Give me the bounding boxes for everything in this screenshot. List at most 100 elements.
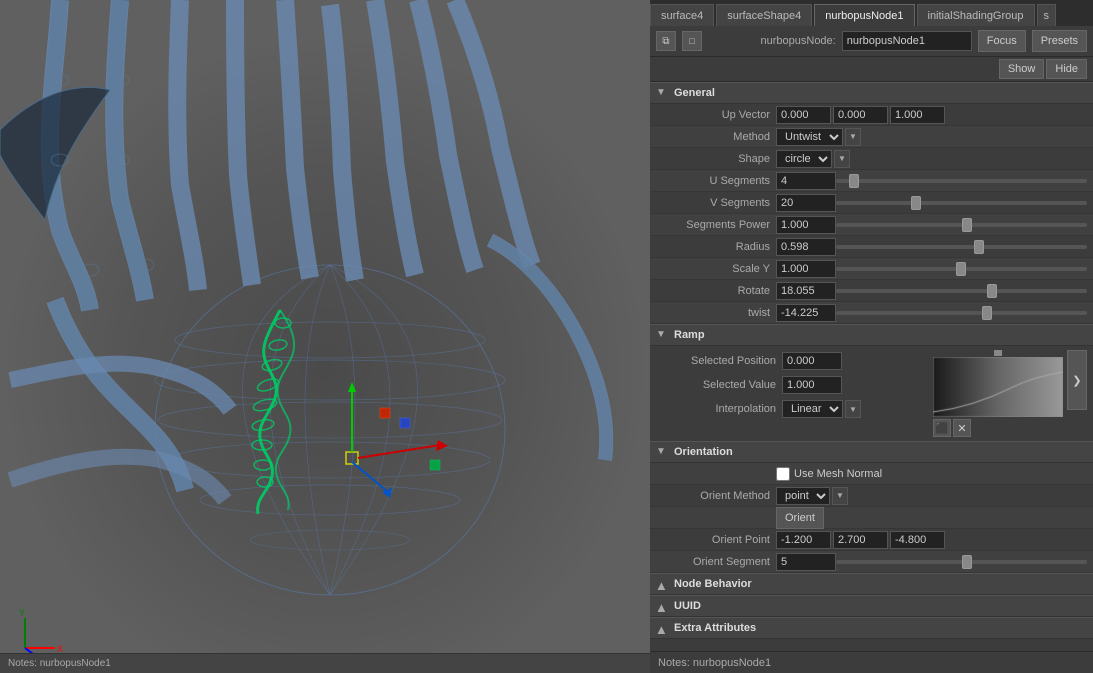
use-mesh-normal-text: Use Mesh Normal [794, 468, 882, 480]
tab-surface4[interactable]: surface4 [650, 4, 714, 26]
u-segments-value[interactable] [776, 172, 836, 190]
orient-point-z[interactable] [890, 531, 945, 549]
ramp-visual-area: ⬛ ✕ ❯ [933, 350, 1087, 437]
scale-y-label: Scale Y [656, 263, 776, 275]
u-segments-label: U Segments [656, 175, 776, 187]
node-icon-btn[interactable]: □ [682, 31, 702, 51]
up-vector-x[interactable] [776, 106, 831, 124]
v-segments-row: V Segments [650, 192, 1093, 214]
orient-segment-value[interactable] [776, 553, 836, 571]
uuid-section-header[interactable]: ▶ UUID [650, 595, 1093, 617]
radius-slider-container [836, 245, 1087, 249]
scale-y-slider[interactable] [836, 267, 1087, 271]
scale-y-value[interactable] [776, 260, 836, 278]
rotate-slider[interactable] [836, 289, 1087, 293]
up-vector-z[interactable] [890, 106, 945, 124]
general-section-title: General [674, 87, 715, 99]
v-segments-slider[interactable] [836, 201, 1087, 205]
tab-bar: surface4 surfaceShape4 nurbopusNode1 ini… [650, 0, 1093, 26]
node-name-input[interactable] [842, 31, 972, 51]
u-segments-slider[interactable] [836, 179, 1087, 183]
u-segments-slider-container [836, 179, 1087, 183]
orient-segment-label: Orient Segment [656, 556, 776, 568]
ramp-add-btn[interactable]: ⬛ [933, 419, 951, 437]
ramp-section-header[interactable]: ▼ Ramp [650, 324, 1093, 346]
twist-slider[interactable] [836, 311, 1087, 315]
rotate-slider-container [836, 289, 1087, 293]
copy-node-btn[interactable]: ⧉ [656, 31, 676, 51]
orient-button[interactable]: Orient [776, 507, 824, 529]
twist-value[interactable] [776, 304, 836, 322]
scale-y-slider-container [836, 267, 1087, 271]
focus-button[interactable]: Focus [978, 30, 1026, 52]
segments-power-slider[interactable] [836, 223, 1087, 227]
ramp-marker[interactable] [994, 350, 1002, 356]
hide-button[interactable]: Hide [1046, 59, 1087, 79]
interpolation-dropdown-arrow[interactable]: ▼ [845, 400, 861, 418]
segments-power-thumb[interactable] [962, 218, 972, 232]
tab-nurbopusNode1[interactable]: nurbopusNode1 [814, 4, 914, 26]
show-button[interactable]: Show [999, 59, 1045, 79]
extra-attributes-section-header[interactable]: ▶ Extra Attributes [650, 617, 1093, 639]
scale-y-thumb[interactable] [956, 262, 966, 276]
node-behavior-section-title: Node Behavior [674, 578, 752, 590]
tab-initialShadingGroup[interactable]: initialShadingGroup [917, 4, 1035, 26]
rotate-value[interactable] [776, 282, 836, 300]
orient-point-y[interactable] [833, 531, 888, 549]
use-mesh-normal-checkbox[interactable] [776, 467, 790, 481]
ramp-container: Selected Position Selected Value Interpo… [650, 346, 1093, 441]
radius-slider[interactable] [836, 245, 1087, 249]
radius-thumb[interactable] [974, 240, 984, 254]
tab-surfaceShape4[interactable]: surfaceShape4 [716, 4, 812, 26]
selected-position-value[interactable] [782, 352, 842, 370]
method-dropdown[interactable]: Untwist [776, 128, 843, 146]
orientation-collapse-icon: ▼ [656, 446, 668, 458]
orient-method-dropdown[interactable]: point [776, 487, 830, 505]
selected-value-input[interactable] [782, 376, 842, 394]
twist-thumb[interactable] [982, 306, 992, 320]
orient-method-label: Orient Method [656, 490, 776, 502]
orient-point-row: Orient Point [650, 529, 1093, 551]
v-segments-value[interactable] [776, 194, 836, 212]
ramp-section-title: Ramp [674, 329, 705, 341]
up-vector-y[interactable] [833, 106, 888, 124]
rotate-row: Rotate [650, 280, 1093, 302]
notes-label: Notes: [8, 658, 37, 669]
orient-method-dropdown-arrow[interactable]: ▼ [832, 487, 848, 505]
method-dropdown-arrow[interactable]: ▼ [845, 128, 861, 146]
ramp-delete-btn[interactable]: ✕ [953, 419, 971, 437]
presets-button[interactable]: Presets [1032, 30, 1087, 52]
orient-segment-thumb[interactable] [962, 555, 972, 569]
tab-more[interactable]: s [1037, 4, 1057, 26]
orient-point-x[interactable] [776, 531, 831, 549]
radius-value[interactable] [776, 238, 836, 256]
scene-background [0, 0, 650, 673]
shape-dropdown-arrow[interactable]: ▼ [834, 150, 850, 168]
orient-segment-slider[interactable] [836, 560, 1087, 564]
shape-dropdown[interactable]: circle [776, 150, 832, 168]
node-behavior-collapse-icon: ▶ [656, 578, 668, 590]
ramp-bottom-controls: ⬛ ✕ [933, 419, 1063, 437]
rotate-thumb[interactable] [987, 284, 997, 298]
orientation-section-header[interactable]: ▼ Orientation [650, 441, 1093, 463]
up-vector-inputs [776, 106, 945, 124]
segments-power-value[interactable] [776, 216, 836, 234]
u-segments-thumb[interactable] [849, 174, 859, 188]
panel-content[interactable]: ▼ General Up Vector Method Untwist ▼ [650, 82, 1093, 651]
orient-point-inputs [776, 531, 945, 549]
node-behavior-section-header[interactable]: ▶ Node Behavior [650, 573, 1093, 595]
segments-power-slider-container [836, 223, 1087, 227]
orient-point-label: Orient Point [656, 534, 776, 546]
3d-viewport[interactable]: X Y Z Notes: nurbopusNode1 [0, 0, 650, 673]
ramp-side-button[interactable]: ❯ [1067, 350, 1087, 410]
shape-label: Shape [656, 153, 776, 165]
interpolation-dropdown[interactable]: Linear [782, 400, 843, 418]
ramp-canvas[interactable] [933, 357, 1063, 417]
ramp-collapse-icon: ▼ [656, 329, 668, 341]
orient-method-row: Orient Method point ▼ [650, 485, 1093, 507]
status-bar: Notes: nurbopusNode1 [0, 653, 650, 673]
general-section-header[interactable]: ▼ General [650, 82, 1093, 104]
v-segments-thumb[interactable] [911, 196, 921, 210]
rotate-label: Rotate [656, 285, 776, 297]
extra-attributes-section-title: Extra Attributes [674, 622, 756, 634]
